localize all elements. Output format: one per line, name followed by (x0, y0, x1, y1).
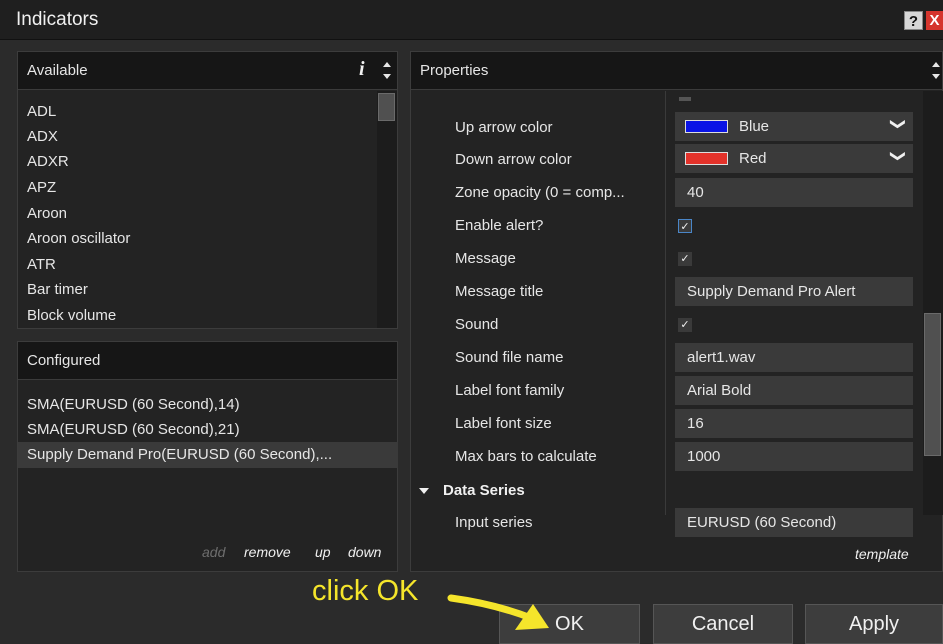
configured-item[interactable]: SMA(EURUSD (60 Second),21) (18, 417, 398, 443)
property-label: Input series (455, 514, 533, 531)
close-button[interactable]: X (926, 11, 943, 30)
collapsed-field-remnant (679, 97, 691, 101)
remove-link[interactable]: remove (244, 544, 291, 560)
list-item[interactable]: Aroon (27, 205, 67, 222)
property-label: Label font family (455, 382, 565, 399)
apply-button[interactable]: Apply (805, 604, 943, 644)
color-name: Blue (739, 118, 770, 135)
down-arrow-color-select[interactable]: Red ❯ (675, 144, 913, 173)
data-series-category[interactable]: Data Series (419, 482, 525, 499)
scrollbar-thumb[interactable] (924, 313, 941, 456)
sound-checkbox[interactable]: ✓ (678, 318, 692, 332)
list-item[interactable]: Bar timer (27, 281, 88, 298)
input-series-field[interactable]: EURUSD (60 Second) (675, 508, 913, 537)
zone-opacity-field[interactable]: 40 (675, 178, 913, 207)
cancel-button[interactable]: Cancel (653, 604, 793, 644)
yellow-arrow-icon (447, 594, 549, 630)
available-title: Available (27, 62, 88, 79)
color-swatch (685, 120, 728, 133)
up-link[interactable]: up (315, 544, 331, 560)
property-label: Max bars to calculate (455, 448, 597, 465)
configured-title: Configured (27, 352, 101, 369)
scroll-up-arrow-icon[interactable] (932, 62, 940, 67)
property-label: Label font size (455, 415, 552, 432)
enable-alert-checkbox[interactable]: ✓ (678, 219, 692, 233)
configured-item[interactable]: SMA(EURUSD (60 Second),14) (18, 392, 398, 418)
properties-scrollbar[interactable] (923, 91, 943, 515)
property-label: Sound (455, 316, 499, 333)
scroll-down-arrow-icon[interactable] (932, 74, 940, 79)
color-name: Red (739, 150, 767, 167)
message-title-field[interactable]: Supply Demand Pro Alert (675, 277, 913, 306)
property-label: Message title (455, 283, 544, 300)
property-label: Message (455, 250, 516, 267)
header-scroll-buttons[interactable] (929, 58, 943, 84)
scroll-down-arrow-icon[interactable] (383, 74, 391, 79)
list-item[interactable]: ATR (27, 256, 56, 273)
click-ok-annotation: click OK (312, 575, 419, 607)
available-scrollbar[interactable] (377, 91, 397, 328)
available-list: ADL ADX ADXR APZ Aroon Aroon oscillator … (18, 91, 375, 327)
list-item[interactable]: APZ (27, 179, 56, 196)
info-icon[interactable]: i (359, 58, 365, 81)
properties-panel: Properties Up arrow color Blue ❯ Down ar… (410, 51, 943, 572)
available-header: Available i (18, 52, 397, 90)
chevron-down-icon[interactable]: ❯ (890, 150, 908, 163)
category-label: Data Series (443, 482, 525, 499)
label-font-size-field[interactable]: 16 (675, 409, 913, 438)
property-label: Up arrow color (455, 119, 553, 136)
list-item[interactable]: Aroon oscillator (27, 230, 130, 247)
help-button[interactable]: ? (904, 11, 923, 30)
title-bar: Indicators ? X (0, 0, 943, 40)
available-panel: Available i ADL ADX ADXR APZ Aroon Aroon… (17, 51, 398, 329)
property-label: Down arrow color (455, 151, 572, 168)
label-font-family-field[interactable]: Arial Bold (675, 376, 913, 405)
property-label: Sound file name (455, 349, 564, 366)
configured-item-selected[interactable]: Supply Demand Pro(EURUSD (60 Second),... (18, 442, 398, 468)
scrollbar-thumb[interactable] (378, 93, 395, 121)
property-label: Enable alert? (455, 217, 544, 234)
message-checkbox[interactable]: ✓ (678, 252, 692, 266)
add-link[interactable]: add (202, 544, 225, 560)
color-swatch (685, 152, 728, 165)
max-bars-field[interactable]: 1000 (675, 442, 913, 471)
template-link[interactable]: template (855, 546, 909, 562)
header-scroll-buttons[interactable] (380, 58, 394, 84)
sound-file-name-field[interactable]: alert1.wav (675, 343, 913, 372)
up-arrow-color-select[interactable]: Blue ❯ (675, 112, 913, 141)
expand-triangle-icon[interactable] (419, 488, 429, 495)
property-label: Zone opacity (0 = comp... (455, 184, 625, 201)
properties-header: Properties (411, 52, 942, 90)
configured-panel: Configured SMA(EURUSD (60 Second),14) SM… (17, 341, 398, 572)
list-item[interactable]: ADL (27, 103, 56, 120)
list-item[interactable]: ADXR (27, 153, 69, 170)
properties-title: Properties (420, 62, 489, 79)
property-grid-divider[interactable] (665, 91, 666, 515)
scroll-up-arrow-icon[interactable] (383, 62, 391, 67)
down-link[interactable]: down (348, 544, 381, 560)
chevron-down-icon[interactable]: ❯ (890, 118, 908, 131)
window-title: Indicators (16, 9, 99, 30)
list-item[interactable]: ADX (27, 128, 58, 145)
configured-header: Configured (18, 342, 397, 380)
list-item[interactable]: Block volume (27, 307, 116, 324)
